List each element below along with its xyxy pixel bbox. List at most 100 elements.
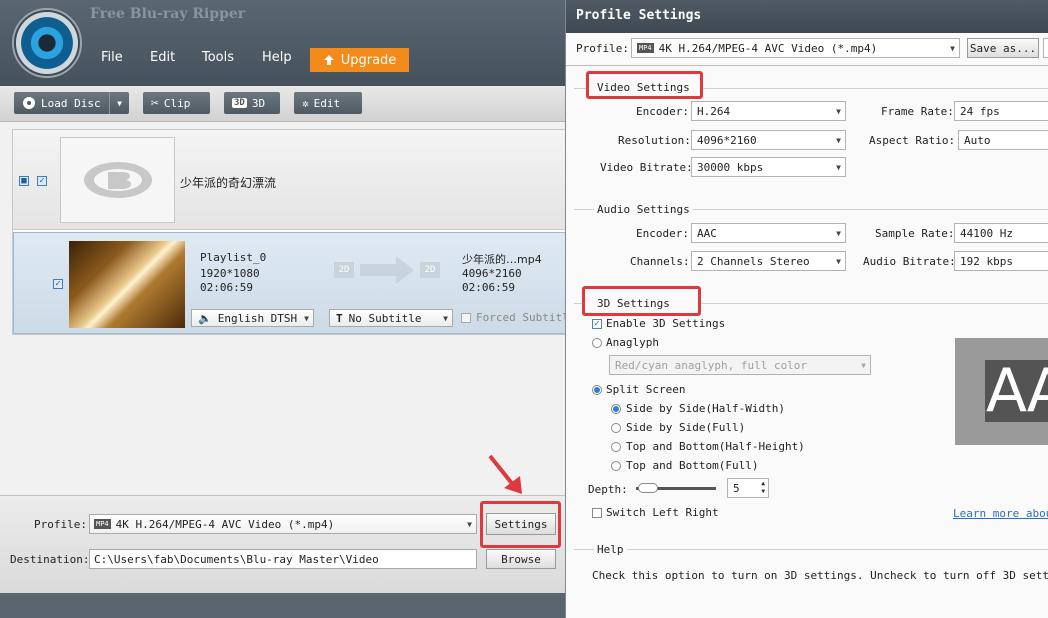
3d-button[interactable]: 3D 3D: [224, 92, 280, 114]
top-full-radio[interactable]: [611, 461, 621, 471]
sample-rate-value: 44100 Hz: [960, 227, 1013, 240]
audio-encoder-select[interactable]: AAC▼: [691, 223, 846, 243]
edit-button[interactable]: ✲ Edit: [294, 92, 362, 114]
chevron-down-icon: ▼: [836, 163, 841, 172]
upgrade-button[interactable]: Upgrade: [310, 48, 409, 72]
video-bitrate-select[interactable]: 30000 kbps ▼: [691, 157, 846, 177]
help-section-line: [574, 549, 1048, 550]
red-arrow-icon: [486, 452, 526, 496]
expand-checkbox[interactable]: ■: [19, 176, 29, 186]
switch-lr-checkbox[interactable]: [592, 508, 602, 518]
anaglyph-radio[interactable]: [592, 338, 602, 348]
menu-file[interactable]: File: [101, 50, 123, 65]
app-title: Free Blu-ray Ripper: [90, 6, 245, 22]
save-as-button[interactable]: Save as...: [967, 38, 1039, 58]
top-half-radio[interactable]: [611, 442, 621, 452]
top-half-label: Top and Bottom(Half-Height): [626, 440, 805, 453]
chevron-down-icon: ▼: [443, 314, 448, 323]
3d-preview: AA: [955, 338, 1048, 445]
side-full-radio[interactable]: [611, 423, 621, 433]
top-full-label: Top and Bottom(Full): [626, 459, 758, 472]
destination-label: Destination:: [10, 553, 89, 566]
sample-rate-select[interactable]: 44100 Hz: [954, 223, 1048, 243]
channels-value: 2 Channels Stereo: [697, 255, 810, 268]
encoder-select[interactable]: H.264 ▼: [691, 101, 846, 121]
learn-more-link[interactable]: Learn more about: [953, 507, 1048, 520]
settings-button[interactable]: Settings: [486, 513, 556, 535]
output-resolution: 4096*2160: [462, 267, 522, 280]
chevron-down-icon: ▼: [304, 314, 309, 323]
audio-bitrate-select[interactable]: 192 kbps: [954, 251, 1048, 271]
side-full-label: Side by Side(Full): [626, 421, 745, 434]
spinner-arrows-icon[interactable]: ▲▼: [761, 480, 765, 496]
chevron-down-icon: ▼: [836, 229, 841, 238]
video-bitrate-value: 30000 kbps: [697, 161, 763, 174]
enable-3d-checkbox[interactable]: ✓: [592, 319, 602, 329]
forced-subtitle-checkbox[interactable]: [461, 313, 471, 323]
video-thumbnail: [69, 241, 185, 328]
split-screen-label: Split Screen: [606, 383, 685, 396]
mp4-file-icon: MP4: [94, 519, 111, 529]
chevron-down-icon: ▼: [836, 107, 841, 116]
3d-settings-heading: 3D Settings: [597, 297, 670, 310]
load-disc-dropdown-icon[interactable]: ▼: [109, 92, 129, 114]
channels-select[interactable]: 2 Channels Stereo ▼: [691, 251, 846, 271]
anaglyph-mode-select[interactable]: Red/cyan anaglyph, full color▼: [609, 355, 871, 375]
disc-add-icon: [22, 96, 36, 110]
subtitle-select[interactable]: T No Subtitle ▼: [329, 309, 453, 327]
depth-label: Depth:: [588, 483, 628, 496]
edit-label: Edit: [314, 97, 341, 110]
source-duration: 02:06:59: [200, 281, 253, 294]
depth-spinbox[interactable]: 5▲▼: [727, 478, 769, 498]
load-disc-button[interactable]: Load Disc ▼: [14, 92, 129, 114]
profile-value: 4K H.264/MPEG-4 AVC Video (*.mp4): [116, 518, 335, 531]
clip-button[interactable]: ✂ Clip: [143, 92, 210, 114]
encoder-value: H.264: [697, 105, 730, 118]
chevron-down-icon: ▼: [836, 136, 841, 145]
frame-rate-select[interactable]: 24 fps: [954, 101, 1048, 121]
split-screen-radio[interactable]: [592, 385, 602, 395]
profile-label: Profile:: [34, 518, 87, 531]
help-text: Check this option to turn on 3D settings…: [592, 569, 1048, 582]
load-disc-label: Load Disc: [41, 97, 101, 110]
divider: [566, 65, 1048, 66]
aspect-ratio-label: Aspect Ratio:: [869, 134, 955, 147]
playlist-checkbox[interactable]: ✓: [53, 279, 63, 289]
destination-input[interactable]: C:\Users\fab\Documents\Blu-ray Master\Vi…: [89, 549, 477, 569]
clip-label: Clip: [164, 97, 191, 110]
depth-slider-handle[interactable]: [638, 483, 658, 493]
menu-edit[interactable]: Edit: [150, 50, 175, 65]
2d-source-badge: 2D: [334, 262, 354, 278]
source-name: Playlist_0: [200, 251, 266, 264]
status-bar: [0, 593, 566, 618]
encoder-label: Encoder:: [636, 105, 689, 118]
browse-button[interactable]: Browse: [486, 549, 556, 569]
chevron-down-icon: ▼: [836, 257, 841, 266]
audio-settings-heading: Audio Settings: [594, 203, 693, 216]
menu-tools[interactable]: Tools: [202, 50, 234, 65]
resolution-value: 4096*2160: [697, 134, 757, 147]
scissors-icon: ✂: [151, 96, 159, 111]
chevron-down-icon: ▼: [861, 361, 866, 370]
3d-label: 3D: [252, 97, 265, 110]
side-half-radio[interactable]: [611, 404, 621, 414]
audio-track-select[interactable]: 🔈 English DTSH ▼: [191, 309, 314, 327]
help-heading: Help: [594, 543, 627, 556]
video-settings-heading: Video Settings: [597, 81, 690, 94]
menu-help[interactable]: Help: [262, 50, 292, 65]
aspect-ratio-select[interactable]: Auto: [958, 130, 1048, 150]
profile-select[interactable]: MP4 4K H.264/MPEG-4 AVC Video (*.mp4) ▼: [89, 514, 477, 534]
dialog-scroll-edge: [1043, 38, 1048, 58]
frame-rate-value: 24 fps: [960, 105, 1000, 118]
text-icon: T: [336, 312, 343, 325]
frame-rate-label: Frame Rate:: [881, 105, 954, 118]
resolution-select[interactable]: 4096*2160 ▼: [691, 130, 846, 150]
subtitle-value: No Subtitle: [349, 312, 422, 325]
upload-arrow-icon: [323, 54, 335, 66]
dialog-profile-select[interactable]: MP4 4K H.264/MPEG-4 AVC Video (*.mp4) ▼: [631, 38, 960, 58]
disc-thumbnail: [60, 137, 175, 223]
channels-label: Channels:: [630, 255, 690, 268]
forced-subtitle-label: Forced Subtitle: [476, 311, 566, 324]
disc-checkbox[interactable]: ✓: [37, 176, 47, 186]
speaker-icon: 🔈: [198, 312, 212, 325]
